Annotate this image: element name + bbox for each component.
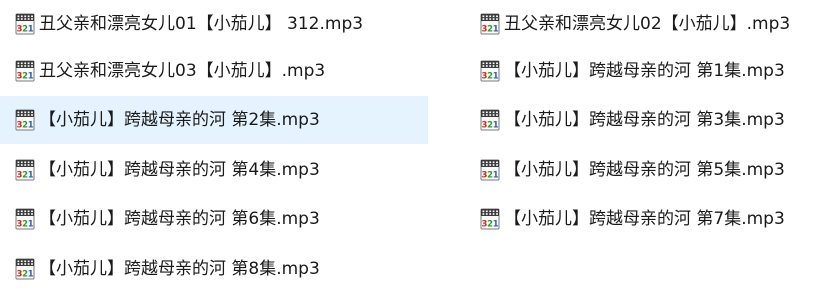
file-name-label: 丑父亲和漂亮女儿03【小茄儿】.mp3 [39, 61, 326, 81]
file-item[interactable]: 321 丑父亲和漂亮女儿02【小茄儿】.mp3 [466, 0, 833, 48]
svg-text:1: 1 [28, 171, 34, 181]
file-name-label: 【小茄儿】跨越母亲的河 第4集.mp3 [39, 160, 320, 180]
file-item[interactable]: 321 【小茄儿】跨越母亲的河 第6集.mp3 [0, 195, 428, 243]
file-item[interactable]: 321 【小茄儿】跨越母亲的河 第1集.mp3 [466, 47, 833, 95]
media-player-321-icon: 321 [480, 109, 500, 131]
media-player-321-icon: 321 [480, 159, 500, 181]
svg-text:1: 1 [493, 220, 499, 230]
media-player-321-icon: 321 [15, 258, 35, 280]
media-player-321-icon: 321 [480, 208, 500, 230]
media-player-321-icon: 321 [15, 109, 35, 131]
svg-text:1: 1 [28, 121, 34, 131]
media-player-321-icon: 321 [15, 60, 35, 82]
file-item[interactable]: 321 【小茄儿】跨越母亲的河 第7集.mp3 [466, 195, 833, 243]
file-name-label: 【小茄儿】跨越母亲的河 第3集.mp3 [504, 110, 785, 130]
svg-text:1: 1 [28, 72, 34, 82]
file-name-label: 【小茄儿】跨越母亲的河 第1集.mp3 [504, 61, 785, 81]
media-player-321-icon: 321 [480, 60, 500, 82]
file-list-grid: 321 丑父亲和漂亮女儿01【小茄儿】 312.mp3 321 丑父亲和漂亮女儿… [0, 0, 833, 306]
svg-text:1: 1 [28, 25, 34, 35]
media-player-321-icon: 321 [15, 159, 35, 181]
svg-text:1: 1 [493, 171, 499, 181]
svg-text:1: 1 [493, 121, 499, 131]
file-item[interactable]: 321 【小茄儿】跨越母亲的河 第4集.mp3 [0, 146, 428, 194]
file-name-label: 丑父亲和漂亮女儿02【小茄儿】.mp3 [504, 14, 791, 34]
file-name-label: 【小茄儿】跨越母亲的河 第6集.mp3 [39, 209, 320, 229]
svg-text:1: 1 [493, 72, 499, 82]
file-item[interactable]: 321 【小茄儿】跨越母亲的河 第3集.mp3 [466, 96, 833, 144]
file-name-label: 【小茄儿】跨越母亲的河 第8集.mp3 [39, 259, 320, 279]
svg-text:1: 1 [493, 25, 499, 35]
file-item[interactable]: 321 【小茄儿】跨越母亲的河 第5集.mp3 [466, 146, 833, 194]
media-player-321-icon: 321 [15, 208, 35, 230]
file-item[interactable]: 321 【小茄儿】跨越母亲的河 第8集.mp3 [0, 245, 428, 293]
file-name-label: 【小茄儿】跨越母亲的河 第7集.mp3 [504, 209, 785, 229]
svg-text:1: 1 [28, 270, 34, 280]
file-item[interactable]: 321 丑父亲和漂亮女儿01【小茄儿】 312.mp3 [0, 0, 428, 48]
media-player-321-icon: 321 [480, 13, 500, 35]
file-name-label: 【小茄儿】跨越母亲的河 第5集.mp3 [504, 160, 785, 180]
file-name-label: 【小茄儿】跨越母亲的河 第2集.mp3 [39, 110, 320, 130]
media-player-321-icon: 321 [15, 13, 35, 35]
svg-text:1: 1 [28, 220, 34, 230]
file-item[interactable]: 321 【小茄儿】跨越母亲的河 第2集.mp3 [0, 96, 428, 144]
file-item[interactable]: 321 丑父亲和漂亮女儿03【小茄儿】.mp3 [0, 47, 428, 95]
file-name-label: 丑父亲和漂亮女儿01【小茄儿】 312.mp3 [39, 14, 364, 34]
